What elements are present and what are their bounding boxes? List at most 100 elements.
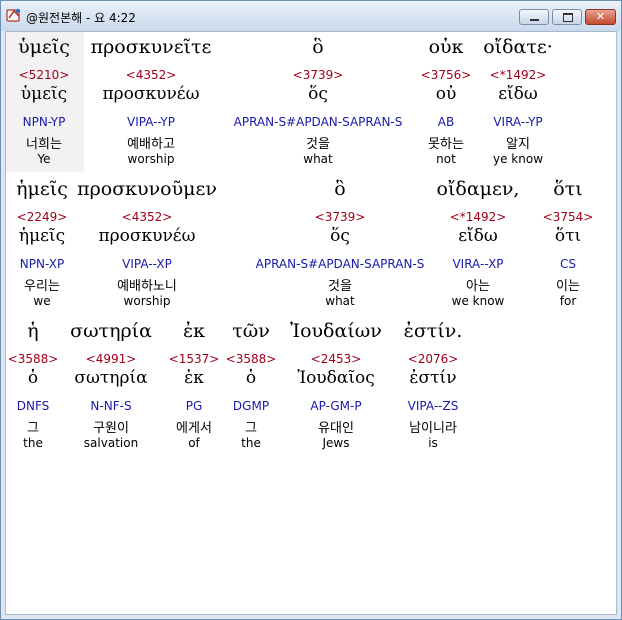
morph-code: DGMP <box>232 399 270 413</box>
lemma-word: Ἰουδαῖος <box>297 368 375 388</box>
strong-number[interactable]: <4991> <box>86 352 137 366</box>
strong-number[interactable]: <3754> <box>543 210 594 224</box>
english-gloss: worship <box>123 294 171 308</box>
window-title: @원전본해 - 요 4:22 <box>26 11 136 25</box>
strong-number[interactable]: <3588> <box>226 352 277 366</box>
greek-word[interactable]: ὃ <box>312 36 323 58</box>
strong-number[interactable]: <3756> <box>421 68 472 82</box>
morph-code: AB <box>437 115 455 129</box>
morph-code: AP-GM-P <box>310 399 362 413</box>
strong-number[interactable]: <2249> <box>17 210 68 224</box>
minimize-button[interactable] <box>519 9 549 25</box>
morph-code: VIRA--YP <box>493 115 543 129</box>
korean-gloss: 예배하고 <box>127 137 175 152</box>
greek-word[interactable]: τῶν <box>232 320 270 342</box>
interlinear-panel[interactable]: ὑμεῖς <5210> ὑμεῖς NPN-YP 너희는 Ye προσκυνεῖτε <4… <box>5 31 617 615</box>
korean-gloss: 것을 <box>328 279 352 294</box>
english-gloss: Ye <box>37 152 51 166</box>
english-gloss: we <box>33 294 51 308</box>
strong-number[interactable]: <2076> <box>408 352 459 366</box>
morph-code: N-NF-S <box>90 399 132 413</box>
english-gloss: what <box>303 152 333 166</box>
korean-gloss: 에게서 <box>176 421 212 436</box>
morph-code: VIPA--YP <box>127 115 175 129</box>
strong-number[interactable]: <3739> <box>293 68 344 82</box>
korean-gloss: 것을 <box>306 137 330 152</box>
bible-app-icon <box>6 8 21 22</box>
lemma-word: εἴδω <box>458 226 498 246</box>
strong-number[interactable]: <1537> <box>169 352 220 366</box>
korean-gloss: 구원이 <box>93 421 129 436</box>
greek-word[interactable]: προσκυνοῦμεν <box>77 178 217 200</box>
lemma-word: ὅς <box>330 226 350 246</box>
english-gloss: ye know <box>492 152 544 166</box>
lemma-word: ἡμεῖς <box>18 226 66 246</box>
korean-gloss: 못하는 <box>428 137 464 152</box>
strong-number[interactable]: <*1492> <box>450 210 507 224</box>
korean-gloss: 예배하노니 <box>117 279 177 294</box>
strong-number[interactable]: <3739> <box>315 210 366 224</box>
english-gloss: of <box>188 436 200 450</box>
korean-gloss: 아는 <box>466 279 490 294</box>
english-gloss: what <box>325 294 355 308</box>
morph-code: NPN-XP <box>19 257 65 271</box>
korean-gloss: 너희는 <box>26 137 62 152</box>
lemma-word: ὅς <box>308 84 328 104</box>
strong-number[interactable]: <3588> <box>8 352 59 366</box>
english-gloss: for <box>559 294 577 308</box>
lemma-word: ὁ <box>245 368 257 388</box>
strong-number[interactable]: <5210> <box>19 68 70 82</box>
greek-word[interactable]: ὃ <box>334 178 345 200</box>
english-gloss: worship <box>127 152 175 166</box>
strong-number[interactable]: <*1492> <box>490 68 547 82</box>
morph-code: APRAN-S#APDAN-SAPRAN-S <box>255 257 425 271</box>
english-gloss: Jews <box>322 436 350 450</box>
greek-word[interactable]: ἡμεῖς <box>16 178 68 200</box>
lemma-word: ἐκ <box>184 368 204 388</box>
lemma-word: προσκυνέω <box>102 84 200 104</box>
strong-number[interactable]: <4352> <box>122 210 173 224</box>
greek-word[interactable]: ἐκ <box>183 320 205 342</box>
greek-word[interactable]: ὑμεῖς <box>18 36 70 58</box>
lemma-word: προσκυνέω <box>98 226 196 246</box>
morph-code: VIRA--XP <box>452 257 504 271</box>
lemma-word: ὁ <box>27 368 39 388</box>
greek-word[interactable]: Ἰουδαίων <box>290 320 382 342</box>
korean-gloss: 그 <box>27 421 39 436</box>
greek-word[interactable]: οὐκ <box>429 36 464 58</box>
english-gloss: we know <box>451 294 505 308</box>
english-gloss: is <box>428 436 438 450</box>
lemma-word: οὐ <box>435 84 457 104</box>
title-bar[interactable]: @원전본해 - 요 4:22 <box>1 1 621 31</box>
greek-word[interactable]: προσκυνεῖτε <box>91 36 212 58</box>
korean-gloss: 알지 <box>506 137 530 152</box>
lemma-word: σωτηρία <box>74 368 148 388</box>
korean-gloss: 우리는 <box>24 279 60 294</box>
lemma-word: ὅτι <box>554 226 582 246</box>
greek-word[interactable]: οἴδαμεν, <box>437 178 520 200</box>
close-button[interactable] <box>585 9 616 25</box>
english-gloss: not <box>436 152 456 166</box>
greek-word[interactable]: σωτηρία <box>70 320 152 342</box>
morph-code: CS <box>560 257 576 271</box>
strong-number[interactable]: <4352> <box>126 68 177 82</box>
lemma-word: ὑμεῖς <box>20 84 68 104</box>
strong-number[interactable]: <2453> <box>311 352 362 366</box>
korean-gloss: 남이니라 <box>409 421 457 436</box>
window: @원전본해 - 요 4:22 ὑμεῖς <5210> ὑμεῖς NPN-YP 너희는… <box>0 0 622 620</box>
english-gloss: salvation <box>83 436 139 450</box>
maximize-button[interactable] <box>552 9 582 25</box>
morph-code: VIPA--ZS <box>407 399 459 413</box>
morph-code: DNFS <box>16 399 50 413</box>
lemma-word: εἴδω <box>498 84 538 104</box>
lemma-word: ἐστίν <box>409 368 457 388</box>
greek-word[interactable]: ἐστίν. <box>404 320 463 342</box>
greek-word[interactable]: οἴδατε· <box>483 36 553 58</box>
korean-gloss: 그 <box>245 421 257 436</box>
greek-word[interactable]: ἡ <box>27 320 38 342</box>
greek-word[interactable]: ὅτι <box>553 178 582 200</box>
morph-code: PG <box>185 399 203 413</box>
english-gloss: the <box>241 436 261 450</box>
morph-code: NPN-YP <box>22 115 66 129</box>
korean-gloss: 유대인 <box>318 421 354 436</box>
